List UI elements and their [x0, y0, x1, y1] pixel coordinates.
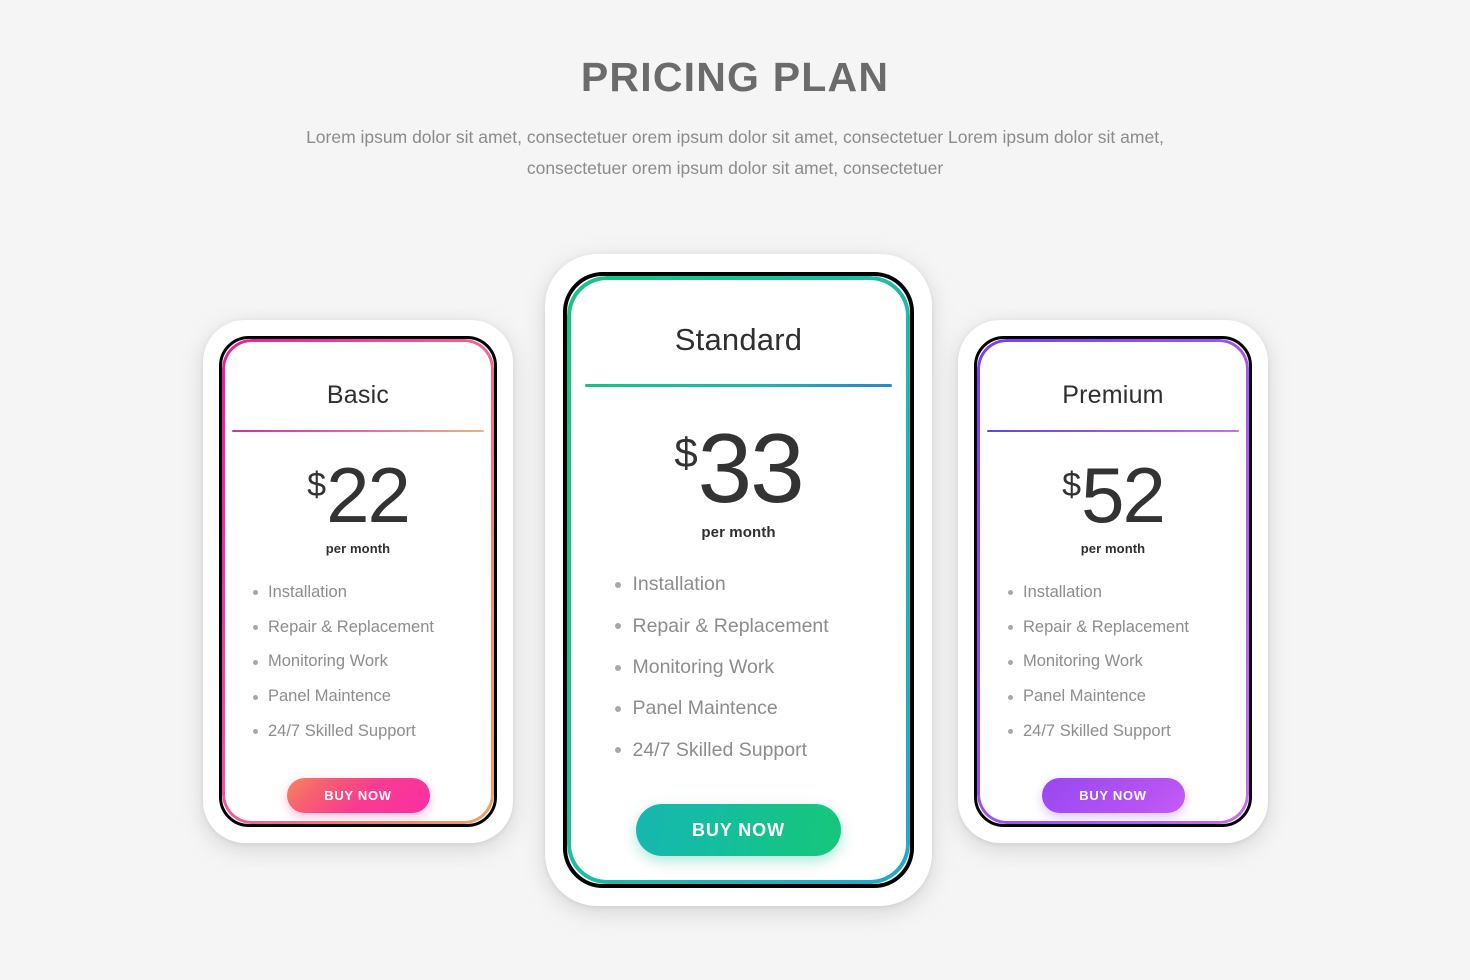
price-period-basic: per month	[325, 540, 391, 556]
list-item: Panel Maintence	[253, 687, 463, 707]
feature-list-premium: Installation Repair & Replacement Monito…	[1008, 583, 1218, 742]
bullet-icon	[614, 747, 621, 754]
list-item: 24/7 Skilled Support	[1008, 722, 1218, 742]
feature-label: 24/7 Skilled Support	[632, 738, 808, 761]
plan-name-basic: Basic	[326, 381, 390, 409]
card-border-standard: Standard $ 33 per month Installation Rep…	[563, 272, 914, 888]
feature-label: Panel Maintence	[268, 687, 391, 706]
bullet-icon	[614, 581, 621, 588]
price-standard: $ 33	[674, 413, 805, 523]
pricing-card-premium[interactable]: Premium $ 52 per month Installation Repa…	[958, 320, 1268, 843]
bullet-icon	[253, 659, 258, 665]
currency-symbol-standard: $	[674, 429, 698, 476]
bullet-icon	[253, 729, 258, 735]
feature-label: Repair & Replacement	[632, 614, 829, 637]
feature-label: Monitoring Work	[268, 652, 388, 671]
feature-label: Monitoring Work	[632, 655, 775, 678]
list-item: Installation	[1008, 583, 1218, 603]
bullet-icon	[253, 624, 258, 630]
bullet-icon	[1008, 659, 1013, 665]
price-period-premium: per month	[1080, 540, 1146, 556]
price-amount-premium: 52	[1081, 451, 1166, 539]
buy-now-button-basic[interactable]: BUY NOW	[286, 777, 430, 813]
bullet-icon	[253, 694, 258, 700]
plan-divider-basic	[232, 430, 484, 432]
card-content-standard: Standard $ 33 per month Installation Rep…	[567, 276, 910, 884]
pricing-card-group: Basic $ 22 per month Installation Repair…	[0, 0, 1470, 980]
feature-label: Panel Maintence	[632, 697, 778, 720]
list-item: Repair & Replacement	[614, 614, 863, 638]
currency-symbol-premium: $	[1062, 466, 1082, 504]
card-content-basic: Basic $ 22 per month Installation Repair…	[222, 339, 494, 824]
card-border-basic: Basic $ 22 per month Installation Repair…	[219, 336, 497, 827]
list-item: Installation	[253, 583, 463, 603]
feature-label: Installation	[632, 573, 726, 596]
bullet-icon	[614, 623, 621, 630]
list-item: Repair & Replacement	[1008, 618, 1218, 638]
currency-symbol-basic: $	[307, 466, 327, 504]
pricing-card-basic[interactable]: Basic $ 22 per month Installation Repair…	[203, 320, 513, 843]
feature-label: Installation	[268, 582, 347, 601]
price-amount-basic: 22	[326, 451, 411, 539]
plan-name-standard: Standard	[674, 322, 803, 357]
bullet-icon	[1008, 590, 1013, 596]
bullet-icon	[253, 590, 258, 596]
card-border-premium: Premium $ 52 per month Installation Repa…	[974, 336, 1252, 827]
feature-label: 24/7 Skilled Support	[268, 721, 416, 740]
list-item: Monitoring Work	[1008, 652, 1218, 672]
plan-name-premium: Premium	[1062, 381, 1164, 409]
feature-label: Panel Maintence	[1023, 687, 1146, 706]
list-item: 24/7 Skilled Support	[253, 722, 463, 742]
buy-now-button-premium[interactable]: BUY NOW	[1041, 777, 1185, 813]
feature-label: 24/7 Skilled Support	[1023, 721, 1171, 740]
pricing-card-standard[interactable]: Standard $ 33 per month Installation Rep…	[545, 254, 932, 906]
list-item: 24/7 Skilled Support	[614, 738, 863, 762]
feature-list-standard: Installation Repair & Replacement Monito…	[614, 573, 863, 762]
buy-now-button-standard[interactable]: BUY NOW	[636, 804, 841, 857]
price-premium: $ 52	[1062, 451, 1166, 539]
price-period-standard: per month	[701, 524, 776, 542]
card-content-premium: Premium $ 52 per month Installation Repa…	[977, 339, 1249, 824]
feature-label: Monitoring Work	[1023, 652, 1143, 671]
list-item: Repair & Replacement	[253, 618, 463, 638]
bullet-icon	[614, 664, 621, 671]
bullet-icon	[614, 706, 621, 713]
bullet-icon	[1008, 694, 1013, 700]
bullet-icon	[1008, 729, 1013, 735]
list-item: Panel Maintence	[614, 697, 863, 720]
price-amount-standard: 33	[697, 413, 805, 523]
feature-label: Installation	[1023, 582, 1102, 601]
list-item: Panel Maintence	[1008, 687, 1218, 707]
feature-list-basic: Installation Repair & Replacement Monito…	[253, 583, 463, 742]
list-item: Installation	[614, 573, 863, 596]
feature-label: Repair & Replacement	[268, 617, 434, 636]
list-item: Monitoring Work	[614, 655, 863, 679]
bullet-icon	[1008, 624, 1013, 630]
plan-divider-premium	[987, 430, 1239, 432]
price-basic: $ 22	[307, 451, 411, 539]
feature-label: Repair & Replacement	[1023, 617, 1189, 636]
list-item: Monitoring Work	[253, 652, 463, 672]
plan-divider-standard	[585, 384, 892, 387]
